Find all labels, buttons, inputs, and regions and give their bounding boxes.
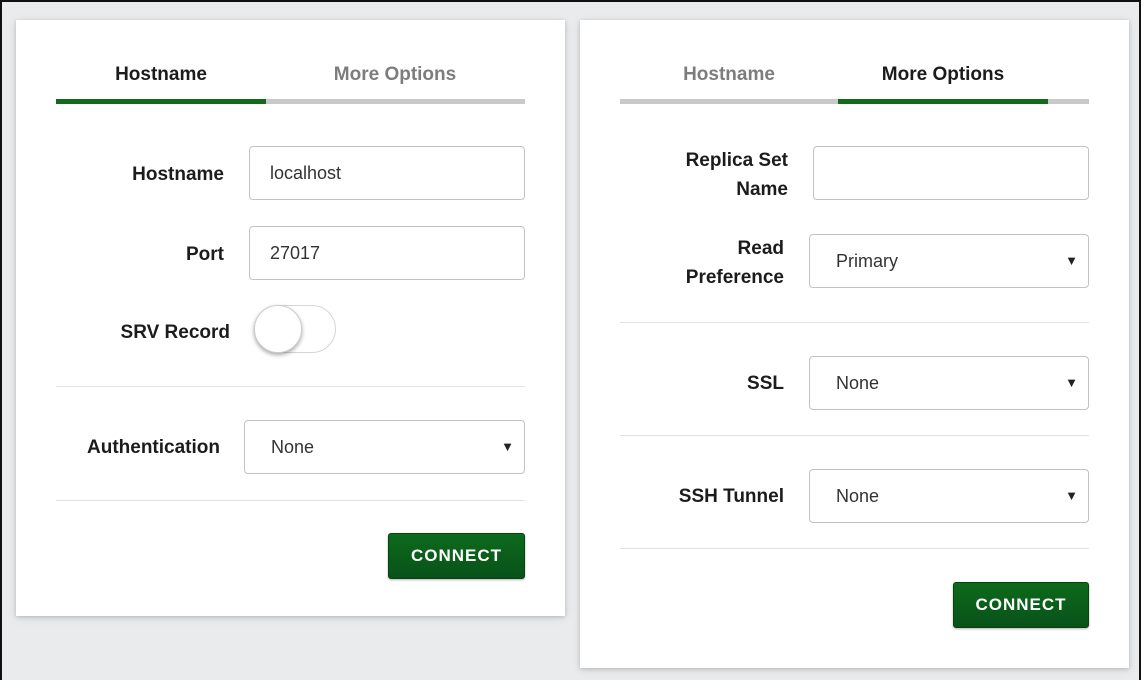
authentication-selected-value: None bbox=[271, 437, 315, 457]
tab-indicator-active bbox=[56, 99, 266, 104]
divider bbox=[620, 548, 1089, 549]
read-preference-label: Read Preference bbox=[620, 234, 784, 292]
connection-panel-hostname: Hostname More Options Hostname Port SRV … bbox=[16, 20, 565, 616]
ssl-label: SSL bbox=[747, 373, 784, 394]
replica-set-name-label: Replica Set Name bbox=[620, 146, 788, 204]
chevron-down-icon: ▼ bbox=[501, 439, 514, 454]
srv-record-toggle[interactable] bbox=[254, 305, 336, 353]
port-input[interactable] bbox=[249, 226, 525, 280]
ssl-select[interactable]: None ▼ bbox=[809, 356, 1089, 410]
toggle-knob bbox=[254, 305, 302, 353]
tab-indicator-rest bbox=[1048, 99, 1089, 104]
ssh-tunnel-selected-value: None bbox=[836, 486, 880, 506]
ssh-tunnel-label: SSH Tunnel bbox=[678, 486, 784, 507]
authentication-select[interactable]: None ▼ bbox=[244, 420, 525, 474]
read-preference-select[interactable]: Primary ▼ bbox=[809, 234, 1089, 288]
replica-set-label-line1: Replica Set bbox=[685, 150, 788, 171]
tab-more-options[interactable]: More Options bbox=[266, 63, 524, 87]
tab-hostname[interactable]: Hostname bbox=[620, 63, 838, 87]
tab-hostname[interactable]: Hostname bbox=[56, 63, 266, 87]
connect-button[interactable]: CONNECT bbox=[388, 533, 525, 579]
divider bbox=[620, 322, 1089, 323]
tab-indicator-inactive bbox=[620, 99, 838, 104]
port-label: Port bbox=[186, 244, 224, 265]
hostname-label: Hostname bbox=[132, 164, 224, 185]
ssh-tunnel-select[interactable]: None ▼ bbox=[809, 469, 1089, 523]
connect-button[interactable]: CONNECT bbox=[953, 582, 1089, 628]
read-preference-label-line1: Read bbox=[737, 238, 784, 259]
ssl-selected-value: None bbox=[836, 373, 880, 393]
tab-more-options[interactable]: More Options bbox=[838, 63, 1048, 87]
connection-panel-more-options: Hostname More Options Replica Set Name R… bbox=[580, 20, 1129, 668]
chevron-down-icon: ▼ bbox=[1065, 253, 1078, 268]
divider bbox=[56, 386, 525, 387]
read-preference-selected-value: Primary bbox=[836, 251, 898, 271]
tab-indicator-active bbox=[838, 99, 1048, 104]
srv-record-label: SRV Record bbox=[120, 322, 230, 343]
divider bbox=[56, 500, 525, 501]
divider bbox=[620, 435, 1089, 436]
authentication-label: Authentication bbox=[87, 437, 220, 458]
read-preference-label-line2: Preference bbox=[685, 267, 784, 288]
hostname-input[interactable] bbox=[249, 146, 525, 200]
chevron-down-icon: ▼ bbox=[1065, 375, 1078, 390]
replica-set-name-input[interactable] bbox=[813, 146, 1089, 200]
chevron-down-icon: ▼ bbox=[1065, 488, 1078, 503]
replica-set-label-line2: Name bbox=[736, 179, 788, 200]
tab-indicator-inactive bbox=[266, 99, 525, 104]
